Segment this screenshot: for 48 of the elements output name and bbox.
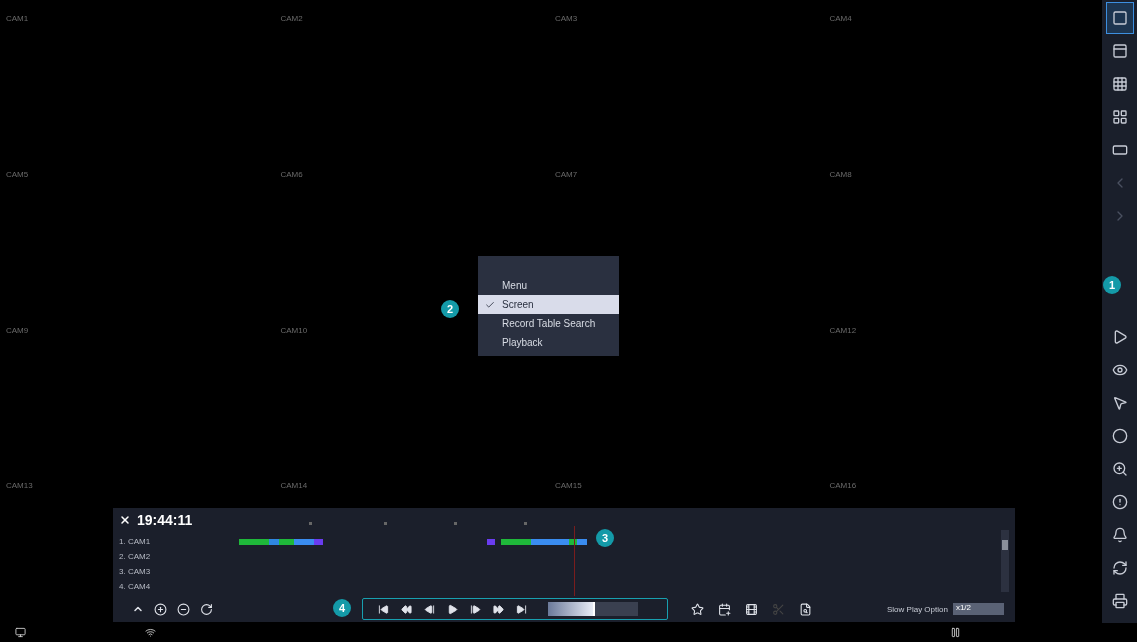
alert-icon [1111, 494, 1128, 510]
camera-label: CAM1 [6, 14, 29, 23]
grid-view-icon [1111, 76, 1128, 92]
wifi-icon [145, 627, 156, 638]
camera-label: CAM7 [555, 169, 578, 179]
pause-icon[interactable] [950, 627, 961, 638]
menu-item[interactable]: Screen [478, 295, 619, 314]
record-icon [1111, 428, 1128, 444]
eye-icon [1111, 362, 1128, 378]
check-icon [485, 299, 495, 310]
camera-label: CAM6 [280, 169, 303, 179]
menu-item[interactable]: Record Table Search [478, 314, 619, 333]
camera-label: CAM2 [280, 14, 303, 23]
channel-label[interactable]: 3. CAM3 [119, 564, 239, 579]
zoom-in-icon [1111, 461, 1128, 477]
camera-label: CAM9 [6, 325, 29, 335]
close-icon[interactable] [119, 514, 131, 526]
playback-time: 19:44:11 [137, 512, 193, 528]
scrollbar[interactable] [1001, 530, 1009, 592]
pointer-icon [1111, 395, 1128, 411]
monitor-icon[interactable] [15, 627, 26, 638]
split-view-icon [1111, 43, 1128, 59]
menu-item[interactable]: Playback [478, 333, 619, 352]
channel-label[interactable]: 2. CAM2 [119, 549, 239, 564]
camera-label: CAM10 [280, 325, 308, 335]
printer-icon [1111, 593, 1128, 609]
camera-label: CAM12 [829, 325, 857, 335]
camera-label: CAM4 [829, 14, 852, 23]
slow-play-label: Slow Play Option [887, 604, 948, 614]
slow-play-dropdown[interactable]: x1/2 [952, 603, 1004, 615]
bell-icon [1111, 527, 1128, 543]
camera-label: CAM13 [6, 481, 33, 491]
camera-label: CAM8 [829, 169, 852, 179]
channel-label[interactable]: 1. CAM1 [119, 534, 239, 549]
single-view-icon [1111, 10, 1128, 26]
camera-label: CAM5 [6, 169, 29, 179]
callout-badge: 2 [441, 300, 459, 318]
menu-item[interactable]: Menu [478, 276, 619, 295]
camera-label: CAM16 [829, 481, 857, 491]
refresh-icon [1111, 560, 1128, 576]
layout-button[interactable] [1105, 2, 1134, 34]
jog-slider[interactable] [548, 602, 638, 616]
camera-label: CAM3 [555, 14, 578, 23]
quad-grid-icon [1111, 109, 1128, 125]
camera-label: CAM14 [280, 481, 308, 491]
window-icon [1111, 142, 1128, 158]
channel-label[interactable]: 4. CAM4 [119, 579, 239, 594]
camera-label: CAM15 [555, 481, 582, 491]
